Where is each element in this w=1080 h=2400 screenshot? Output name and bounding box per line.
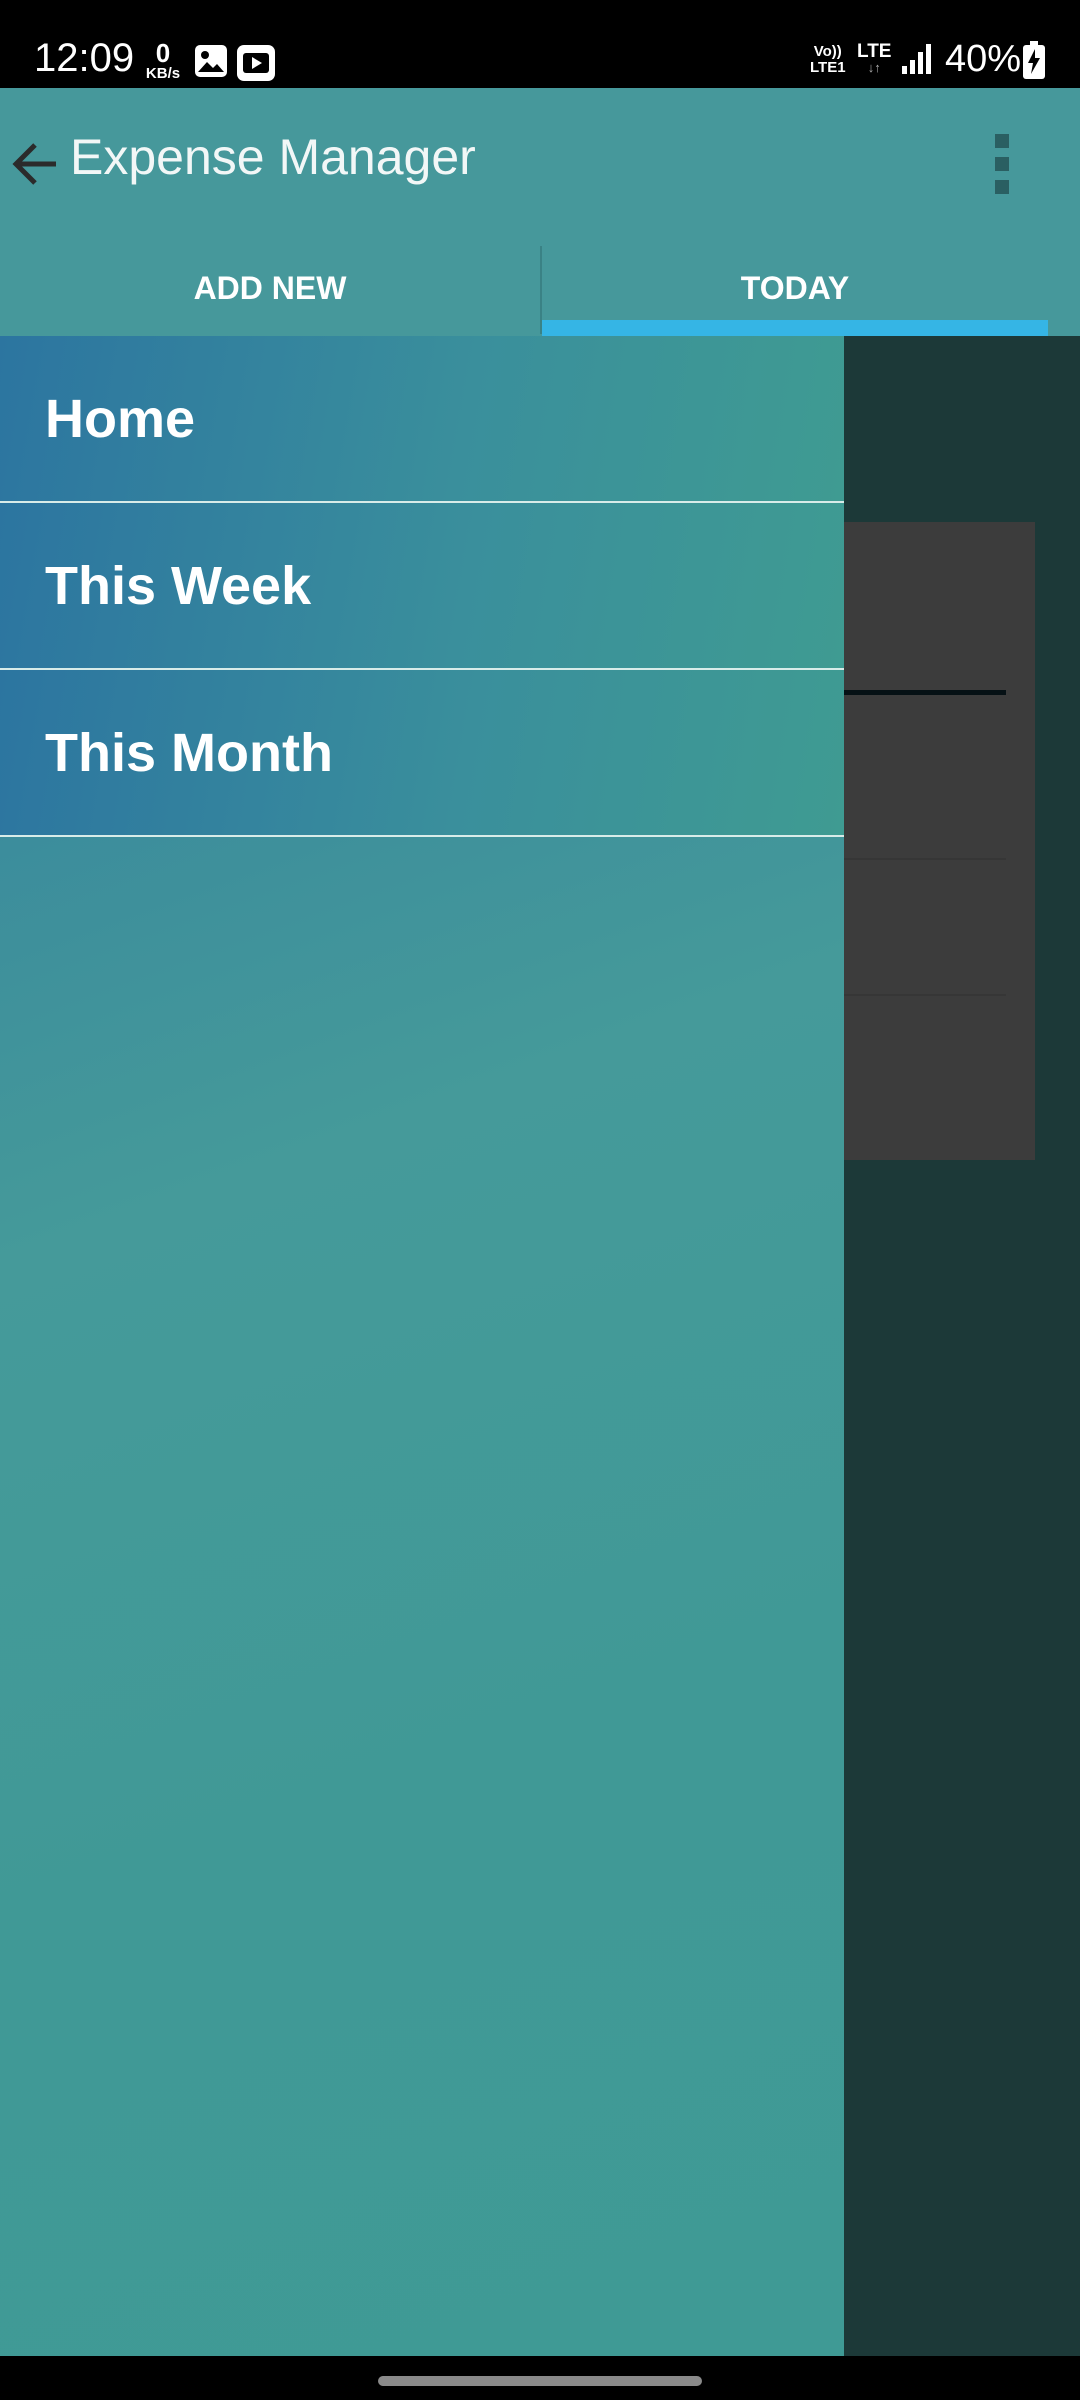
tab-add-new[interactable]: ADD NEW bbox=[0, 240, 540, 336]
home-indicator[interactable] bbox=[378, 2376, 702, 2386]
more-vert-dot bbox=[995, 157, 1009, 171]
battery-charging-icon bbox=[1022, 40, 1046, 85]
status-time: 12:09 bbox=[34, 36, 135, 80]
volte-label-bottom: LTE1 bbox=[810, 58, 846, 76]
drawer-item-label: This Month bbox=[45, 722, 333, 783]
network-type: LTE bbox=[857, 41, 892, 62]
tab-bar: ADD NEW TODAY bbox=[0, 240, 1080, 336]
more-vert-icon bbox=[995, 134, 1009, 148]
app-bar: Expense Manager bbox=[0, 88, 1080, 240]
more-options-button[interactable] bbox=[980, 126, 1024, 202]
data-arrows-icon: ↓↑ bbox=[867, 60, 881, 75]
arrow-left-icon bbox=[12, 143, 56, 185]
lte-indicator: LTE ↓↑ bbox=[857, 42, 891, 74]
drawer-item-this-week[interactable]: This Week bbox=[0, 503, 844, 670]
more-vert-dot bbox=[995, 180, 1009, 194]
status-bar: 12:09 0 KB/s Vo)) LTE1 LTE ↓↑ 40% bbox=[0, 0, 1080, 88]
volte-indicator: Vo)) LTE1 bbox=[810, 44, 846, 76]
drawer-item-home[interactable]: Home bbox=[0, 336, 844, 503]
tab-indicator bbox=[542, 320, 1048, 336]
network-speed-value: 0 bbox=[155, 38, 171, 68]
volte-label-top: Vo)) bbox=[813, 43, 842, 60]
gallery-icon bbox=[194, 44, 228, 83]
navigation-drawer: Home This Week This Month bbox=[0, 336, 844, 2356]
youtube-icon bbox=[236, 44, 276, 87]
drawer-item-label: Home bbox=[45, 388, 196, 449]
drawer-item-label: This Week bbox=[45, 555, 312, 616]
signal-icon bbox=[900, 42, 934, 81]
back-button[interactable] bbox=[6, 128, 64, 200]
drawer-item-this-month[interactable]: This Month bbox=[0, 670, 844, 837]
app-title: Expense Manager bbox=[70, 129, 476, 185]
system-nav-bar bbox=[0, 2356, 1080, 2400]
network-speed: 0 KB/s bbox=[140, 40, 186, 81]
battery-percent: 40% bbox=[945, 38, 1022, 80]
network-speed-unit: KB/s bbox=[145, 65, 181, 82]
